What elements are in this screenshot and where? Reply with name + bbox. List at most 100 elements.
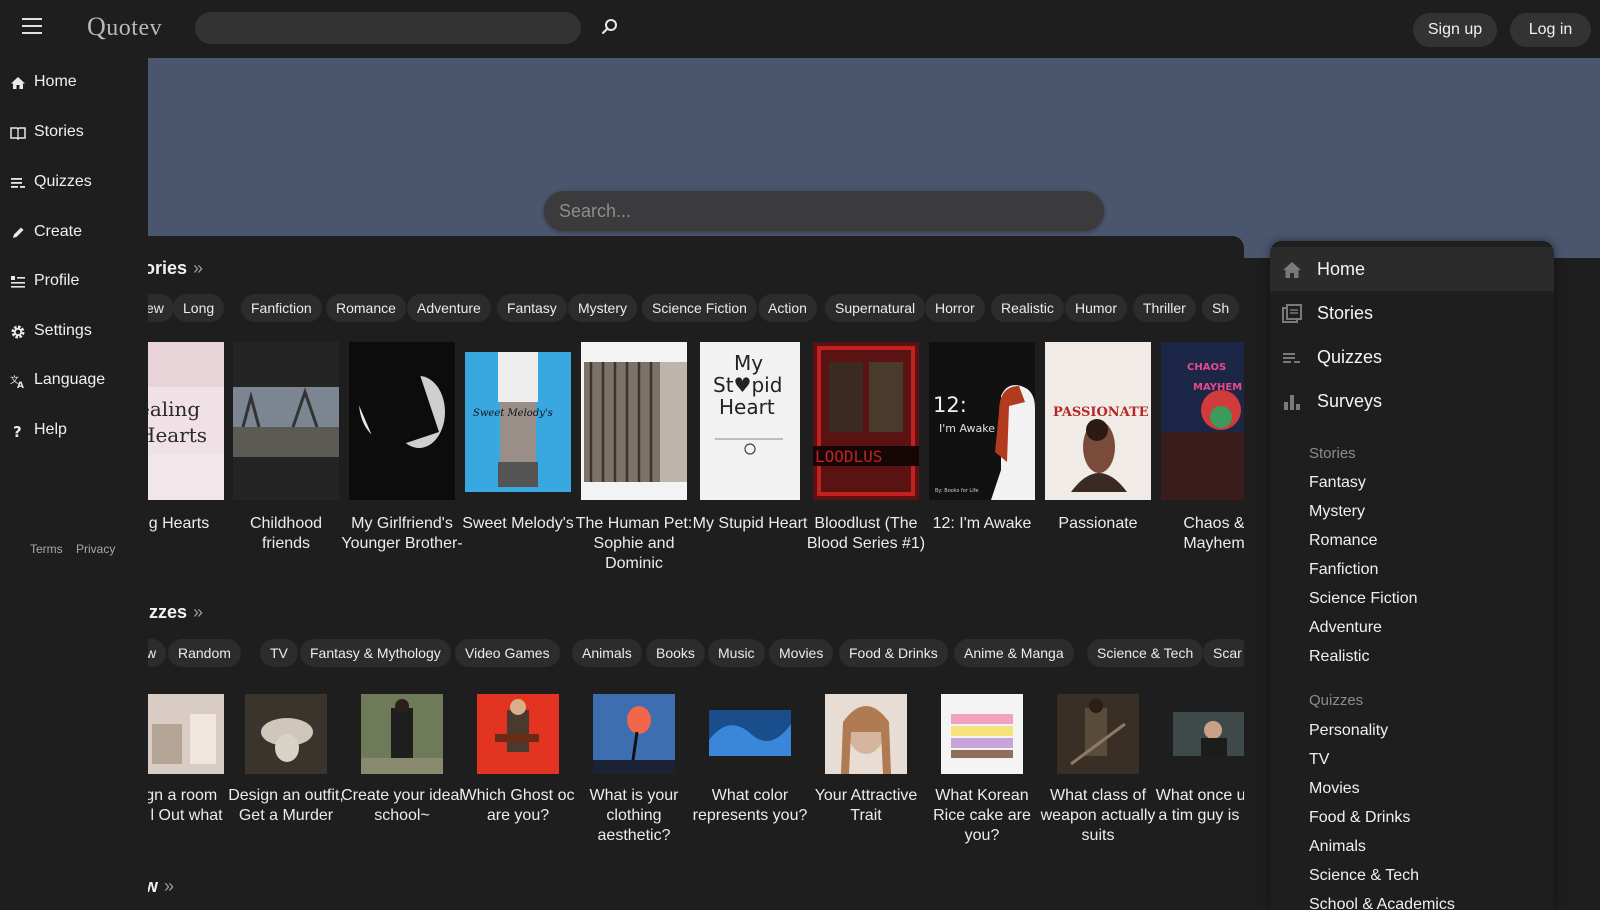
bar-chart-icon: [1284, 395, 1300, 410]
category-link[interactable]: Fantasy: [1309, 474, 1366, 492]
list-icon: [1283, 353, 1300, 363]
sidebar-item-quizzes[interactable]: Quizzes: [0, 163, 148, 203]
tag-chip[interactable]: Realistic: [991, 294, 1064, 322]
tag-chip[interactable]: Supernatural: [825, 294, 926, 322]
sidebar-item-home[interactable]: Home: [0, 63, 148, 103]
tag-chip[interactable]: TV: [260, 639, 298, 667]
tag-chip[interactable]: Food & Drinks: [839, 639, 948, 667]
tag-chip[interactable]: Thriller: [1133, 294, 1196, 322]
tag-chip[interactable]: Fantasy & Mythology: [300, 639, 451, 667]
quiz-title: Create your ideal school~: [341, 787, 463, 824]
sidebar-item-help[interactable]: ? Help: [0, 411, 148, 451]
quizzes-heading: Quizzes: [1309, 692, 1364, 709]
left-sidebar: Home Stories Quizzes Create Profile Sett…: [0, 58, 148, 910]
category-link[interactable]: School & Academics: [1309, 896, 1455, 910]
privacy-link[interactable]: Privacy: [76, 542, 115, 556]
sidebar-item-stories[interactable]: Stories: [0, 113, 148, 153]
stories-section-title[interactable]: ories»: [148, 258, 203, 279]
category-link[interactable]: Realistic: [1309, 648, 1369, 666]
category-link[interactable]: Science Fiction: [1309, 590, 1418, 608]
gear-icon: [11, 325, 25, 339]
category-link[interactable]: TV: [1309, 751, 1329, 769]
tag-chip[interactable]: Fanfiction: [241, 294, 322, 322]
list-icon: [11, 178, 25, 188]
story-cover: [233, 342, 339, 500]
tag-chip[interactable]: Sh: [1202, 294, 1240, 322]
tag-chip[interactable]: Science & Tech: [1087, 639, 1204, 667]
svg-text:12:: 12:: [933, 393, 967, 417]
sidebar-item-settings[interactable]: Settings: [0, 312, 148, 352]
search-icon[interactable]: [600, 17, 620, 37]
right-nav-quizzes[interactable]: Quizzes: [1270, 335, 1554, 379]
story-cover: Sweet Melody's: [465, 342, 571, 500]
story-cover: CHAOS MAYHEM: [1161, 342, 1244, 500]
story-title: Sweet Melody's: [462, 515, 574, 532]
terms-link[interactable]: Terms: [30, 542, 63, 556]
quiz-image: [477, 694, 559, 774]
category-link[interactable]: Movies: [1309, 780, 1360, 798]
menu-icon[interactable]: [22, 18, 42, 38]
right-nav-stories[interactable]: Stories: [1270, 291, 1554, 335]
right-nav-home[interactable]: Home: [1270, 247, 1554, 291]
story-title: My Stupid Heart: [692, 515, 808, 532]
right-nav-surveys[interactable]: Surveys: [1270, 379, 1554, 423]
story-cover: My St♥pid Heart: [697, 342, 803, 500]
tag-chip[interactable]: Books: [646, 639, 705, 667]
header-search-input[interactable]: [195, 12, 581, 44]
category-link[interactable]: Personality: [1309, 722, 1388, 740]
right-nav-label: Stories: [1317, 303, 1374, 323]
category-link[interactable]: Animals: [1309, 838, 1366, 856]
hero-search-input[interactable]: [544, 191, 1104, 231]
quizzes-section-title[interactable]: izzes»: [148, 602, 203, 623]
story-cover: [581, 342, 687, 500]
category-link[interactable]: Fanfiction: [1309, 561, 1378, 579]
svg-text:?: ?: [13, 423, 22, 439]
sidebar-item-label: Quizzes: [34, 173, 92, 190]
category-link[interactable]: Food & Drinks: [1309, 809, 1410, 827]
sidebar-item-create[interactable]: Create: [0, 213, 148, 253]
category-link[interactable]: Science & Tech: [1309, 867, 1419, 885]
category-link[interactable]: Romance: [1309, 532, 1377, 550]
tag-chip[interactable]: ew: [148, 294, 174, 322]
profile-icon: [11, 276, 25, 288]
story-cover: PASSIONATE: [1045, 342, 1151, 500]
tag-chip[interactable]: Science Fiction: [642, 294, 757, 322]
tag-chip[interactable]: Romance: [326, 294, 406, 322]
quiz-title: Which Ghost oc are you?: [461, 787, 575, 824]
quotev-logo[interactable]: Quotev: [87, 12, 162, 42]
new-section-title[interactable]: w»: [148, 876, 174, 897]
log-in-button[interactable]: Log in: [1510, 13, 1591, 47]
quiz-image: [361, 694, 443, 774]
hero-banner: [148, 58, 1600, 258]
category-link[interactable]: Mystery: [1309, 503, 1365, 521]
tag-chip[interactable]: Humor: [1065, 294, 1128, 322]
story-title: ling Hearts: [148, 515, 210, 532]
tag-chip[interactable]: Scar: [1203, 639, 1244, 667]
story-title: The Human Pet: Sophie and Dominic: [575, 515, 693, 572]
sign-up-button[interactable]: Sign up: [1413, 13, 1497, 47]
sidebar-item-profile[interactable]: Profile: [0, 262, 148, 302]
story-title: Childhood friends: [249, 515, 323, 552]
tag-chip[interactable]: Movies: [769, 639, 834, 667]
tag-chip[interactable]: Video Games: [455, 639, 560, 667]
quiz-title: What Korean Rice cake are you?: [933, 787, 1031, 844]
tag-chip[interactable]: Fantasy: [497, 294, 567, 322]
tag-chip[interactable]: Adventure: [407, 294, 491, 322]
tag-chip[interactable]: w: [148, 639, 167, 667]
tag-chip[interactable]: Long: [173, 294, 225, 322]
quiz-image: [825, 694, 907, 774]
story-title: 12: I'm Awake: [932, 515, 1032, 532]
story-title: My Girlfriend's Younger Brother-: [341, 515, 463, 552]
tag-chip[interactable]: Random: [168, 639, 241, 667]
tag-chip[interactable]: Mystery: [568, 294, 637, 322]
sidebar-item-language[interactable]: 文A Language: [0, 361, 148, 401]
tag-chip[interactable]: Animals: [572, 639, 642, 667]
tag-chip[interactable]: Music: [708, 639, 765, 667]
quiz-title: What class of weapon actually suits: [1040, 787, 1156, 844]
category-link[interactable]: Adventure: [1309, 619, 1382, 637]
tag-chip[interactable]: Horror: [925, 294, 985, 322]
svg-text:CHAOS: CHAOS: [1187, 362, 1226, 373]
tag-chip[interactable]: Anime & Manga: [954, 639, 1074, 667]
tag-chip[interactable]: Action: [758, 294, 817, 322]
quiz-image: [245, 694, 327, 774]
